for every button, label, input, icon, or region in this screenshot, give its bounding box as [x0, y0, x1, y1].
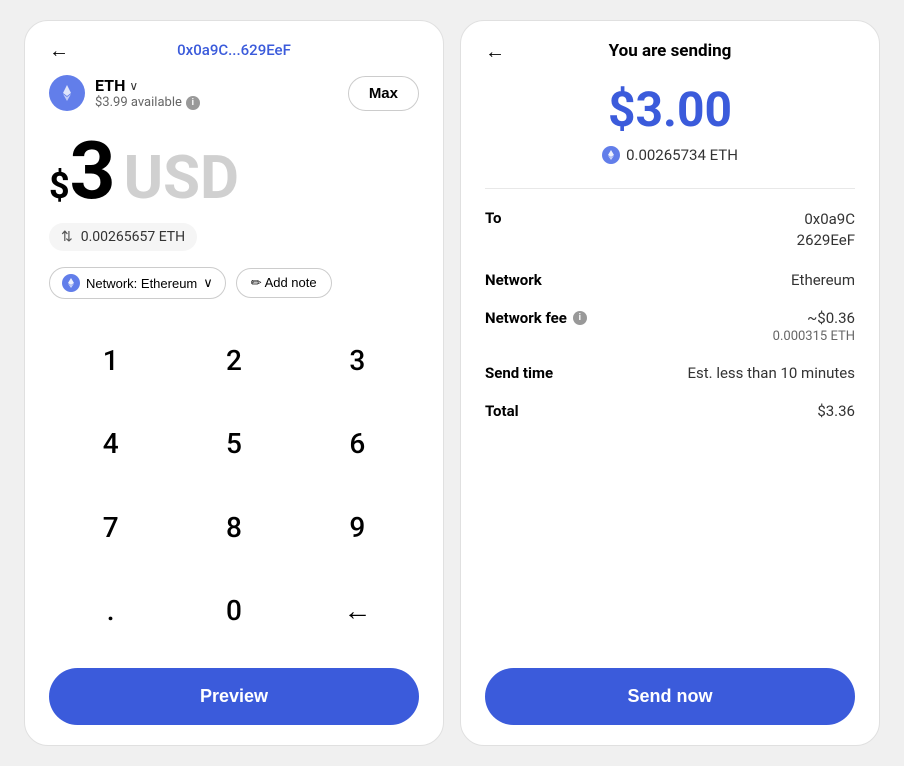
max-button[interactable]: Max	[348, 76, 419, 111]
network-row: Network: Ethereum ∨ ✏ Add note	[49, 267, 419, 299]
key-9[interactable]: 9	[296, 486, 419, 569]
key-backspace[interactable]: ←	[296, 569, 419, 652]
key-3[interactable]: 3	[296, 319, 419, 402]
token-name-row[interactable]: ETH ∨	[95, 76, 200, 95]
amount-number: 3	[70, 131, 116, 211]
preview-button[interactable]: Preview	[49, 668, 419, 725]
eth-token-icon	[49, 75, 85, 111]
to-address-line2: 2629EeF	[797, 230, 855, 251]
to-label: To	[485, 209, 502, 227]
send-panel: ← 0x0a9C...629EeF ETH ∨ $3.99 a	[24, 20, 444, 746]
transaction-details: To 0x0a9C 2629EeF Network Ethereum Netwo…	[485, 209, 855, 668]
confirmation-title: You are sending	[609, 41, 732, 61]
key-5[interactable]: 5	[172, 402, 295, 485]
network-row-right: Network Ethereum	[485, 271, 855, 289]
fee-usd: ~$0.36	[773, 309, 855, 327]
key-4[interactable]: 4	[49, 402, 172, 485]
network-label: Network: Ethereum	[86, 276, 197, 291]
eth-equiv-text: 0.00265657 ETH	[81, 229, 185, 245]
app-container: ← 0x0a9C...629EeF ETH ∨ $3.99 a	[0, 0, 904, 766]
to-address-block: 0x0a9C 2629EeF	[797, 209, 855, 251]
fee-info-icon[interactable]: i	[573, 311, 587, 325]
token-info: ETH ∨ $3.99 available i	[49, 75, 200, 111]
amount-display: $ 3 USD	[49, 131, 419, 211]
token-available: $3.99 available i	[95, 95, 200, 110]
key-8[interactable]: 8	[172, 486, 295, 569]
network-value-right: Ethereum	[791, 271, 855, 289]
send-time-row: Send time Est. less than 10 minutes	[485, 364, 855, 382]
key-6[interactable]: 6	[296, 402, 419, 485]
fee-value-block: ~$0.36 0.000315 ETH	[773, 309, 855, 344]
token-name: ETH	[95, 76, 125, 95]
add-note-button[interactable]: ✏ Add note	[236, 268, 332, 298]
fee-label-group: Network fee i	[485, 309, 587, 327]
send-now-button[interactable]: Send now	[485, 668, 855, 725]
network-selector[interactable]: Network: Ethereum ∨	[49, 267, 226, 299]
key-dot[interactable]: .	[49, 569, 172, 652]
eth-equivalent-row[interactable]: ⇅ 0.00265657 ETH	[49, 223, 197, 251]
send-time-label: Send time	[485, 364, 553, 382]
total-row: Total $3.36	[485, 402, 855, 420]
send-time-value: Est. less than 10 minutes	[687, 364, 855, 382]
right-back-button[interactable]: ←	[485, 39, 505, 64]
to-row: To 0x0a9C 2629EeF	[485, 209, 855, 251]
confirmation-panel: ← You are sending $3.00 0.00265734 ETH T…	[460, 20, 880, 746]
token-details: ETH ∨ $3.99 available i	[95, 76, 200, 110]
key-0[interactable]: 0	[172, 569, 295, 652]
send-eth-icon	[602, 146, 620, 164]
right-header: ← You are sending	[485, 41, 855, 61]
key-7[interactable]: 7	[49, 486, 172, 569]
total-value: $3.36	[817, 402, 855, 420]
network-label-right: Network	[485, 271, 542, 289]
token-chevron-icon: ∨	[129, 79, 138, 93]
total-label: Total	[485, 402, 519, 420]
token-row: ETH ∨ $3.99 available i Max	[49, 75, 419, 111]
amount-currency: USD	[124, 148, 240, 208]
send-eth-row: 0.00265734 ETH	[485, 146, 855, 164]
swap-icon: ⇅	[61, 229, 73, 245]
available-info-icon[interactable]: i	[186, 96, 200, 110]
fee-eth: 0.000315 ETH	[773, 329, 855, 344]
back-button[interactable]: ←	[49, 38, 69, 63]
fee-row: Network fee i ~$0.36 0.000315 ETH	[485, 309, 855, 344]
fee-label: Network fee	[485, 309, 567, 327]
wallet-address: 0x0a9C...629EeF	[177, 41, 291, 59]
key-1[interactable]: 1	[49, 319, 172, 402]
left-header: ← 0x0a9C...629EeF	[49, 41, 419, 59]
section-divider	[485, 188, 855, 189]
send-amount-display: $3.00	[485, 81, 855, 138]
numpad: 1 2 3 4 5 6 7 8 9 . 0 ←	[49, 319, 419, 652]
key-2[interactable]: 2	[172, 319, 295, 402]
dollar-sign: $	[49, 165, 70, 207]
to-address-line1: 0x0a9C	[797, 209, 855, 230]
network-icon	[62, 274, 80, 292]
send-eth-value: 0.00265734 ETH	[626, 146, 738, 164]
network-chevron-icon: ∨	[203, 275, 213, 291]
